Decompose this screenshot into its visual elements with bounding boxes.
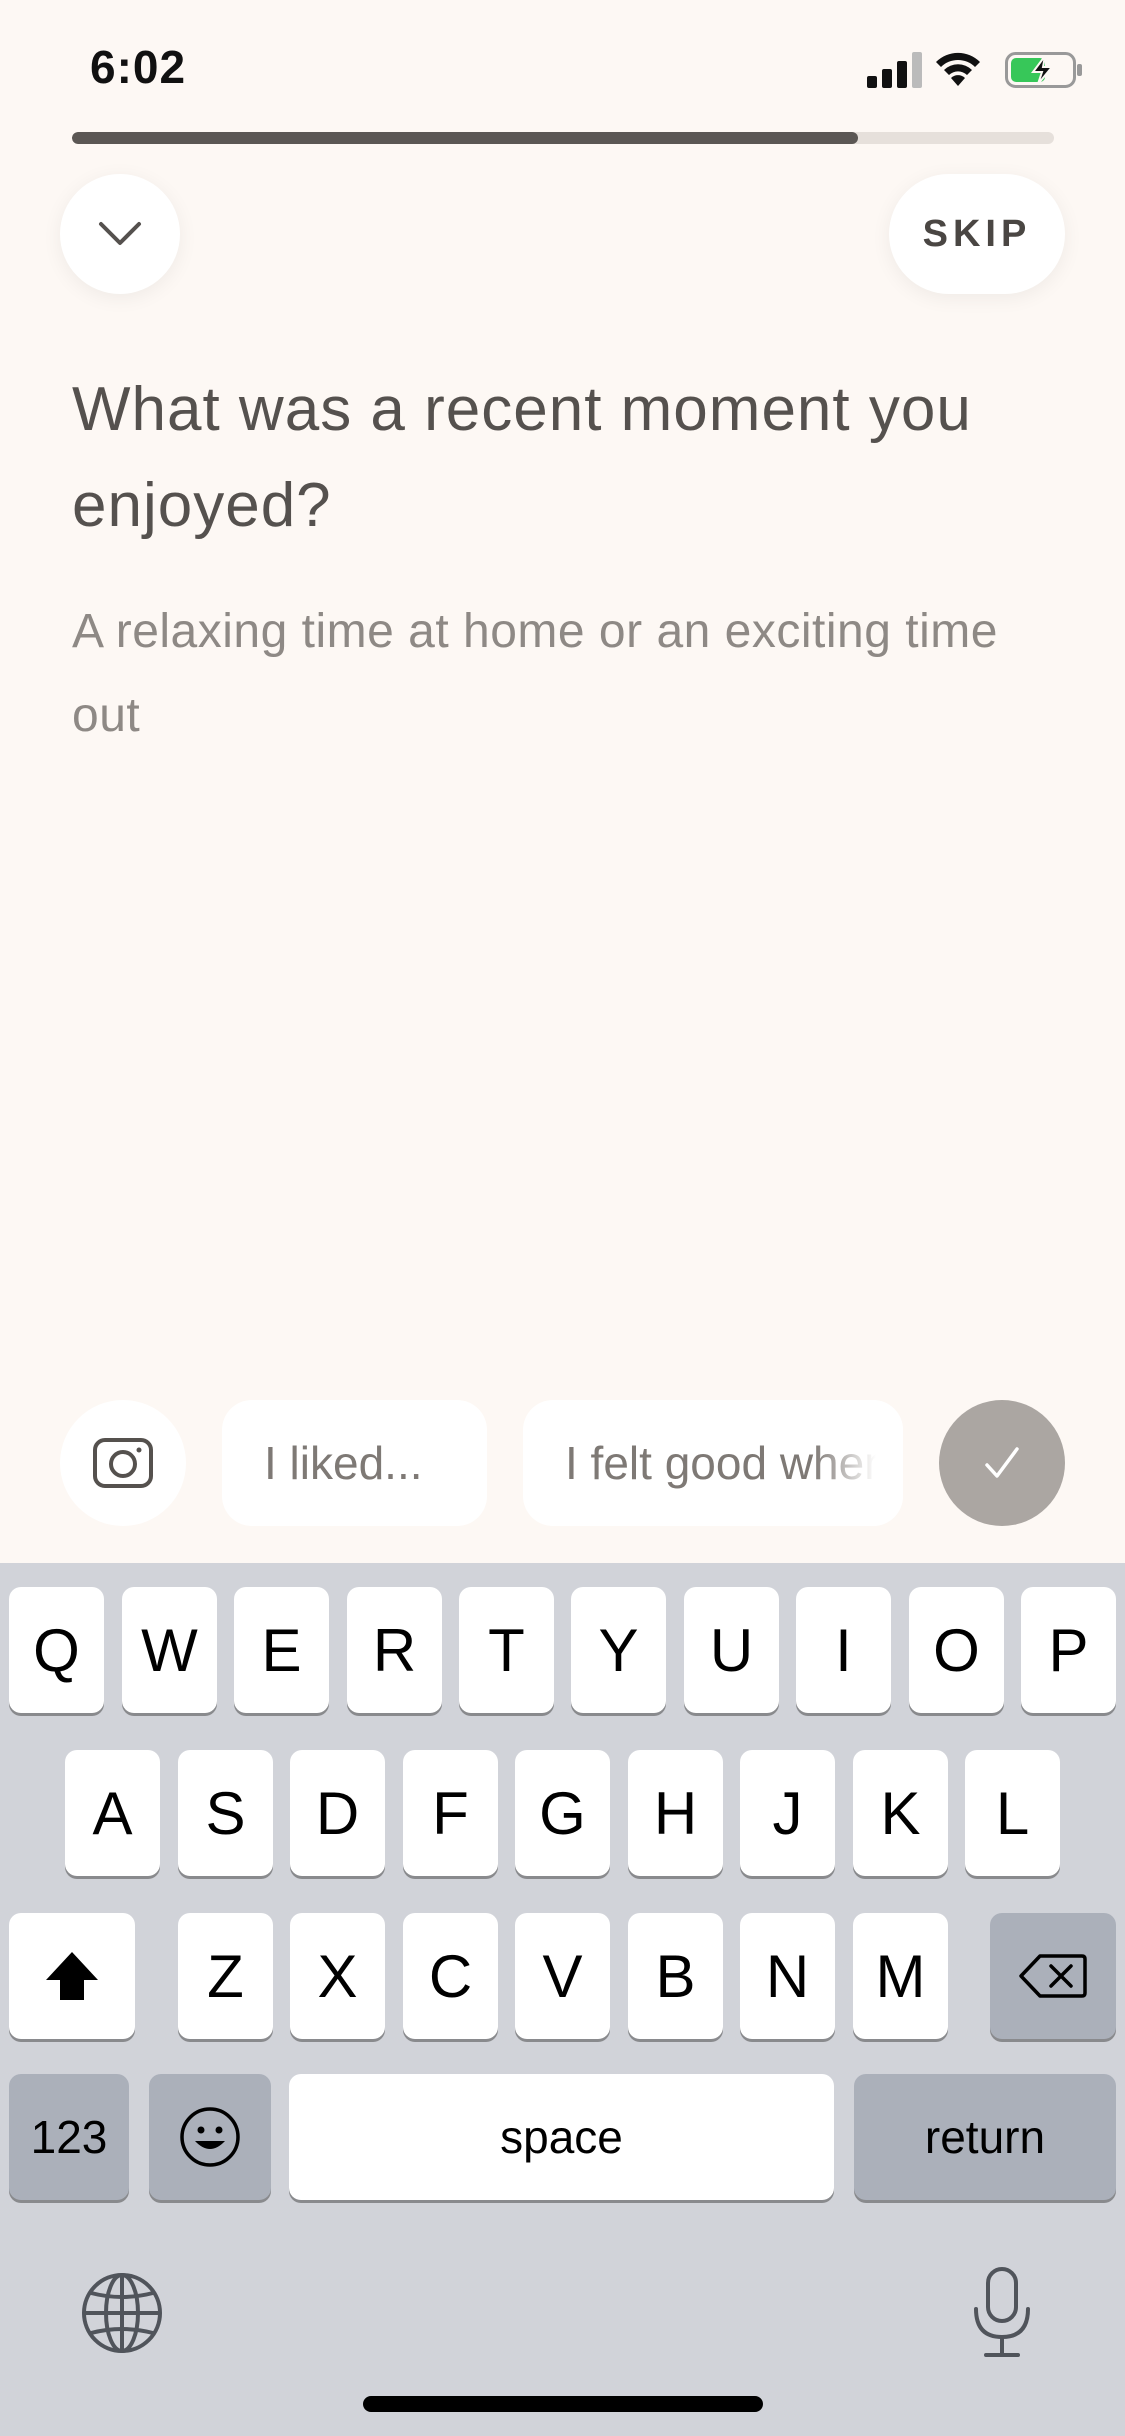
shift-icon [46,1952,98,2000]
key-d[interactable]: D [290,1750,385,1876]
key-l[interactable]: L [965,1750,1060,1876]
shift-key[interactable] [9,1913,135,2039]
key-t[interactable]: T [459,1587,554,1713]
backspace-key[interactable] [990,1913,1116,2039]
numbers-key[interactable]: 123 [9,2074,129,2200]
key-s[interactable]: S [178,1750,273,1876]
done-button[interactable] [939,1400,1065,1526]
key-j[interactable]: J [740,1750,835,1876]
key-n[interactable]: N [740,1913,835,2039]
key-i[interactable]: I [796,1587,891,1713]
key-h[interactable]: H [628,1750,723,1876]
camera-icon [93,1438,153,1488]
key-q[interactable]: Q [9,1587,104,1713]
space-key[interactable]: space [289,2074,834,2200]
signal-icon [867,52,922,88]
key-y[interactable]: Y [571,1587,666,1713]
key-o[interactable]: O [909,1587,1004,1713]
key-g[interactable]: G [515,1750,610,1876]
status-time: 6:02 [90,41,187,93]
emoji-key[interactable] [149,2074,271,2200]
key-f[interactable]: F [403,1750,498,1876]
globe-button[interactable] [80,2271,164,2355]
suggestion-chip[interactable]: I liked... [222,1400,487,1526]
return-key[interactable]: return [854,2074,1116,2200]
key-p[interactable]: P [1021,1587,1116,1713]
dictation-button[interactable] [970,2265,1034,2361]
globe-icon [82,2273,162,2353]
backspace-icon [1019,1954,1087,1998]
camera-button[interactable] [60,1400,186,1526]
chip-fade [813,1400,903,1526]
progress-bar [72,132,1054,144]
key-w[interactable]: W [122,1587,217,1713]
suggestion-chip-label: I liked... [264,1437,423,1489]
suggestion-chip[interactable]: I felt good when [523,1400,903,1526]
key-m[interactable]: M [853,1913,948,2039]
chevron-down-icon [99,222,141,245]
progress-fill [72,132,858,144]
keyboard: Q W E R T Y U I O P A S D F G H J K L Z … [0,1563,1125,2436]
key-c[interactable]: C [403,1913,498,2039]
key-u[interactable]: U [684,1587,779,1713]
answer-input-placeholder[interactable]: A relaxing time at home or an exciting t… [72,590,1072,758]
home-indicator[interactable] [363,2396,763,2412]
key-k[interactable]: K [853,1750,948,1876]
key-r[interactable]: R [347,1587,442,1713]
key-b[interactable]: B [628,1913,723,2039]
key-a[interactable]: A [65,1750,160,1876]
emoji-icon [180,2107,240,2167]
collapse-button[interactable] [60,174,180,294]
key-e[interactable]: E [234,1587,329,1713]
wifi-icon [936,52,980,86]
status-icons [823,48,1083,92]
microphone-icon [974,2267,1030,2357]
key-x[interactable]: X [290,1913,385,2039]
key-v[interactable]: V [515,1913,610,2039]
question-title: What was a recent moment you enjoyed? [72,375,972,540]
skip-button[interactable]: SKIP [889,174,1065,294]
screen: 6:02 SKIP What was a recent moment you e… [0,0,1125,2436]
checkmark-icon [985,1447,1019,1478]
key-z[interactable]: Z [178,1913,273,2039]
battery-charging-icon [1005,52,1082,88]
